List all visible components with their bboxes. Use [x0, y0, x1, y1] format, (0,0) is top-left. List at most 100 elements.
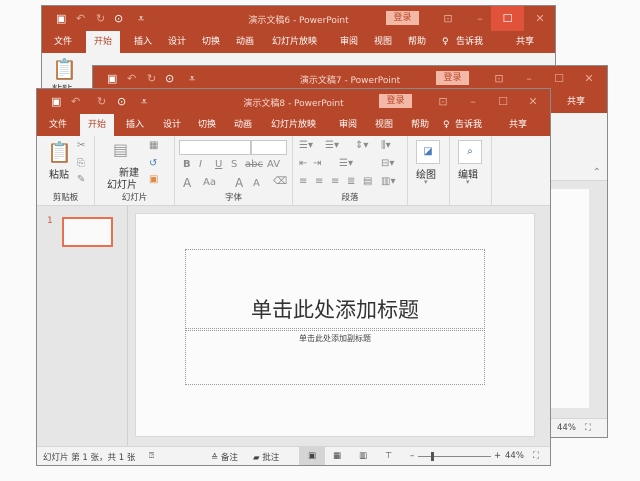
- accessibility-icon[interactable]: ⍰: [149, 451, 154, 461]
- section-icon[interactable]: ▣: [149, 174, 158, 185]
- strikethrough-button[interactable]: abc: [245, 159, 263, 170]
- title-placeholder[interactable]: 单击此处添加标题: [185, 249, 485, 329]
- format-painter-icon[interactable]: ✎: [77, 174, 85, 185]
- login-button[interactable]: 登录: [379, 94, 412, 108]
- cut-icon[interactable]: ✂: [77, 140, 85, 151]
- ribbon-display-icon[interactable]: ⊡: [483, 70, 515, 87]
- line-spacing-icon[interactable]: ⇕▾: [355, 140, 368, 151]
- share-button[interactable]: 共享: [508, 31, 542, 53]
- tab-view[interactable]: 视图: [367, 114, 401, 136]
- text-direction-icon[interactable]: ⫼▾: [381, 140, 391, 151]
- new-slide-label-2[interactable]: 幻灯片: [107, 176, 137, 191]
- grow-font-button[interactable]: A: [235, 176, 243, 190]
- reset-icon[interactable]: ↺: [149, 158, 157, 169]
- italic-button[interactable]: I: [199, 159, 202, 170]
- reading-view-icon[interactable]: ▥: [359, 451, 367, 461]
- underline-button[interactable]: U: [215, 159, 222, 170]
- slide-thumbnail[interactable]: [62, 217, 113, 247]
- numbering-icon[interactable]: ☰▾: [325, 140, 339, 151]
- shrink-font-button[interactable]: A: [253, 178, 260, 189]
- login-button[interactable]: 登录: [386, 11, 419, 25]
- distribute-icon[interactable]: ▤: [363, 176, 372, 187]
- login-button[interactable]: 登录: [436, 71, 469, 85]
- fit-slide-icon[interactable]: ⛶: [533, 451, 539, 461]
- close-icon[interactable]: ✕: [517, 93, 549, 110]
- paste-icon[interactable]: 📋: [47, 140, 72, 164]
- tab-design[interactable]: 设计: [160, 31, 194, 53]
- align-center-icon[interactable]: ≡: [315, 176, 323, 187]
- normal-view-icon[interactable]: ▣: [299, 447, 325, 465]
- share-button[interactable]: 共享: [501, 114, 535, 136]
- tab-file[interactable]: 文件: [41, 114, 75, 136]
- tab-animations[interactable]: 动画: [226, 114, 260, 136]
- tab-design[interactable]: 设计: [155, 114, 189, 136]
- clear-format-icon[interactable]: ⌫: [273, 176, 287, 187]
- comments-button[interactable]: ▰ 批注: [253, 451, 279, 463]
- font-color-button[interactable]: A: [183, 176, 191, 190]
- smartart-icon[interactable]: ▥▾: [381, 176, 395, 187]
- group-editing[interactable]: ⌕ 编辑 ▾: [450, 136, 492, 206]
- zoom-level[interactable]: 44%: [505, 451, 524, 461]
- tab-slideshow[interactable]: 幻灯片放映: [263, 114, 324, 136]
- tab-file[interactable]: 文件: [46, 31, 80, 53]
- tab-transitions[interactable]: 切换: [190, 114, 224, 136]
- zoom-slider[interactable]: [418, 452, 491, 461]
- chevron-down-icon[interactable]: ▾: [466, 178, 470, 186]
- font-size-select[interactable]: [251, 140, 287, 155]
- new-slide-icon[interactable]: ▤: [113, 140, 128, 159]
- tell-me[interactable]: 告诉我: [448, 31, 491, 53]
- tab-home[interactable]: 开始: [80, 114, 115, 136]
- bold-button[interactable]: B: [183, 159, 191, 170]
- font-name-select[interactable]: [179, 140, 251, 155]
- char-spacing-button[interactable]: AV: [267, 159, 280, 170]
- bullets-icon[interactable]: ☰▾: [299, 140, 313, 151]
- tab-help[interactable]: 帮助: [403, 114, 437, 136]
- paste-button[interactable]: 粘贴: [49, 166, 69, 181]
- paste-icon[interactable]: 📋: [52, 57, 77, 81]
- align-left-icon[interactable]: ≡: [299, 176, 307, 187]
- tab-home[interactable]: 开始: [86, 31, 121, 53]
- notes-button[interactable]: ≙ 备注: [211, 451, 238, 463]
- ribbon-display-icon[interactable]: ⊡: [427, 93, 459, 110]
- chevron-down-icon[interactable]: ▾: [424, 178, 428, 186]
- slideshow-icon[interactable]: ⊤: [385, 451, 392, 461]
- tab-help[interactable]: 帮助: [400, 31, 434, 53]
- change-case-button[interactable]: Aa: [203, 177, 216, 188]
- close-icon[interactable]: ✕: [524, 10, 555, 27]
- columns-icon[interactable]: ☰▾: [339, 158, 353, 169]
- ribbon-display-icon[interactable]: ⊡: [432, 10, 464, 27]
- minimize-icon[interactable]: –: [513, 70, 545, 87]
- increase-indent-icon[interactable]: ⇥: [313, 158, 321, 169]
- find-icon[interactable]: ⌕: [458, 140, 482, 164]
- tab-animations[interactable]: 动画: [228, 31, 262, 53]
- close-icon[interactable]: ✕: [573, 70, 605, 87]
- tab-insert[interactable]: 插入: [118, 114, 152, 136]
- align-text-icon[interactable]: ⊟▾: [381, 158, 394, 169]
- zoom-level[interactable]: 44%: [557, 423, 576, 433]
- maximize-icon[interactable]: ☐: [543, 70, 575, 87]
- fit-slide-icon[interactable]: ⛶: [585, 423, 591, 433]
- collapse-ribbon-icon[interactable]: ⌃: [593, 167, 601, 178]
- justify-icon[interactable]: ≣: [347, 176, 355, 187]
- share-button[interactable]: 共享: [559, 91, 593, 113]
- subtitle-placeholder[interactable]: 单击此处添加副标题: [185, 330, 485, 385]
- zoom-slider-thumb[interactable]: [430, 452, 434, 461]
- tab-transitions[interactable]: 切换: [194, 31, 228, 53]
- tab-review[interactable]: 审阅: [331, 114, 365, 136]
- slide-sorter-icon[interactable]: ▦: [333, 451, 341, 461]
- copy-icon[interactable]: ⎘: [77, 158, 85, 169]
- slide-canvas[interactable]: 单击此处添加标题 单击此处添加副标题: [135, 213, 535, 437]
- maximize-icon[interactable]: ☐: [491, 6, 524, 31]
- window-presentation-8[interactable]: ▣ ↶ ↻ ⊙ ⩡ 演示文稿8 - PowerPoint 登录 ⊡ – ☐ ✕ …: [36, 88, 551, 466]
- layout-icon[interactable]: ▦: [149, 140, 158, 151]
- tab-insert[interactable]: 插入: [126, 31, 160, 53]
- decrease-indent-icon[interactable]: ⇤: [299, 158, 307, 169]
- tab-review[interactable]: 审阅: [332, 31, 366, 53]
- group-drawing[interactable]: ◪ 绘图 ▾: [408, 136, 450, 206]
- align-right-icon[interactable]: ≡: [331, 176, 339, 187]
- tell-me[interactable]: 告诉我: [447, 114, 490, 136]
- zoom-out-icon[interactable]: –: [410, 451, 414, 461]
- maximize-icon[interactable]: ☐: [487, 93, 519, 110]
- tab-view[interactable]: 视图: [366, 31, 400, 53]
- tab-slideshow[interactable]: 幻灯片放映: [264, 31, 325, 53]
